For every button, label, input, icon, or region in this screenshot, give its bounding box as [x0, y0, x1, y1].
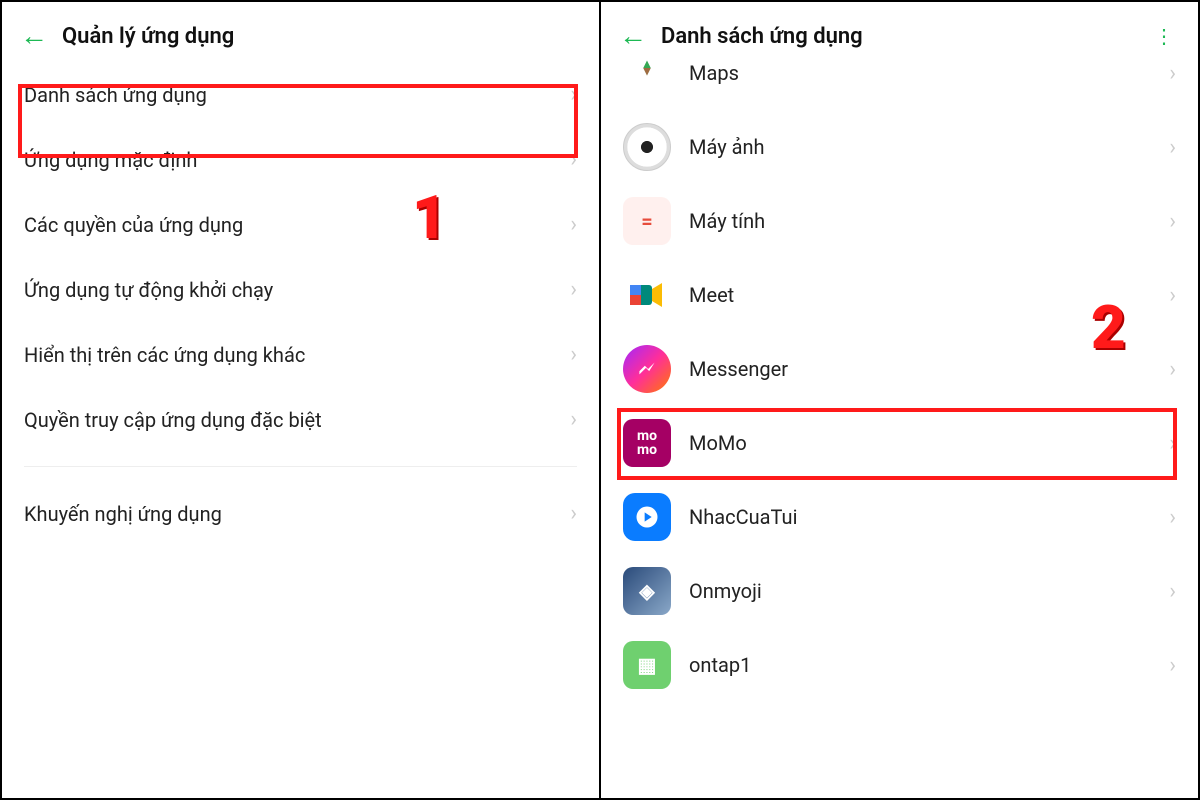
onmyoji-icon: ◈: [623, 567, 671, 615]
chevron-right-icon: ›: [1169, 505, 1176, 530]
chevron-right-icon: ›: [570, 212, 577, 237]
right-title: Danh sách ứng dụng: [661, 24, 863, 49]
chevron-right-icon: ›: [570, 147, 577, 172]
divider: [24, 466, 577, 467]
calculator-icon: =: [623, 197, 671, 245]
menu-item-default-apps[interactable]: Ứng dụng mặc định ›: [2, 127, 599, 192]
chevron-right-icon: ›: [1169, 283, 1176, 308]
menu-label: Danh sách ứng dụng: [24, 83, 207, 107]
menu-item-special-access[interactable]: Quyền truy cập ứng dụng đặc biệt ›: [2, 387, 599, 452]
chevron-right-icon: ›: [570, 407, 577, 432]
chevron-right-icon: ›: [1169, 431, 1176, 456]
app-row-ontap[interactable]: ▦ ontap1 ›: [601, 628, 1198, 702]
nhaccuatui-icon: [623, 493, 671, 541]
meet-icon: [623, 271, 671, 319]
menu-item-autostart[interactable]: Ứng dụng tự động khởi chạy ›: [2, 257, 599, 322]
app-row-camera[interactable]: Máy ảnh ›: [601, 110, 1198, 184]
ontap-icon: ▦: [623, 641, 671, 689]
chevron-right-icon: ›: [1169, 653, 1176, 678]
right-pane: ← Danh sách ứng dụng ⋮ Maps › Máy ảnh › …: [599, 2, 1198, 798]
chevron-right-icon: ›: [570, 501, 577, 526]
app-label: ontap1: [689, 653, 751, 677]
chevron-right-icon: ›: [1169, 61, 1176, 86]
menu-label: Quyền truy cập ứng dụng đặc biệt: [24, 408, 322, 432]
menu-item-display-over[interactable]: Hiển thị trên các ứng dụng khác ›: [2, 322, 599, 387]
momo-icon: momo: [623, 419, 671, 467]
chevron-right-icon: ›: [570, 277, 577, 302]
left-pane: ← Quản lý ứng dụng Danh sách ứng dụng › …: [2, 2, 599, 798]
left-header: ← Quản lý ứng dụng: [2, 2, 599, 62]
app-label: Maps: [689, 61, 739, 85]
app-label: Máy tính: [689, 209, 765, 233]
chevron-right-icon: ›: [1169, 209, 1176, 234]
back-icon[interactable]: ←: [20, 22, 48, 50]
menu-item-app-permissions[interactable]: Các quyền của ứng dụng ›: [2, 192, 599, 257]
app-row-meet[interactable]: Meet ›: [601, 258, 1198, 332]
back-icon[interactable]: ←: [619, 22, 647, 50]
app-label: Onmyoji: [689, 579, 762, 603]
app-row-calculator[interactable]: = Máy tính ›: [601, 184, 1198, 258]
app-label: NhacCuaTui: [689, 505, 797, 529]
menu-item-app-list[interactable]: Danh sách ứng dụng ›: [2, 62, 599, 127]
app-label: Messenger: [689, 357, 788, 381]
chevron-right-icon: ›: [570, 342, 577, 367]
app-row-messenger[interactable]: Messenger ›: [601, 332, 1198, 406]
menu-label: Ứng dụng tự động khởi chạy: [24, 278, 273, 302]
app-label: MoMo: [689, 431, 747, 455]
app-row-nhaccuatui[interactable]: NhacCuaTui ›: [601, 480, 1198, 554]
maps-icon: [623, 49, 671, 97]
messenger-icon: [623, 345, 671, 393]
chevron-right-icon: ›: [1169, 579, 1176, 604]
app-label: Meet: [689, 283, 734, 307]
menu-label: Ứng dụng mặc định: [24, 148, 197, 172]
more-icon[interactable]: ⋮: [1154, 24, 1180, 48]
menu-label: Các quyền của ứng dụng: [24, 213, 243, 237]
chevron-right-icon: ›: [1169, 357, 1176, 382]
menu-label: Hiển thị trên các ứng dụng khác: [24, 343, 305, 367]
chevron-right-icon: ›: [570, 82, 577, 107]
menu-label: Khuyến nghị ứng dụng: [24, 502, 222, 526]
menu-item-recommend[interactable]: Khuyến nghị ứng dụng ›: [2, 481, 599, 546]
camera-icon: [623, 123, 671, 171]
app-label: Máy ảnh: [689, 135, 765, 159]
app-row-onmyoji[interactable]: ◈ Onmyoji ›: [601, 554, 1198, 628]
app-row-momo[interactable]: momo MoMo ›: [601, 406, 1198, 480]
chevron-right-icon: ›: [1169, 135, 1176, 160]
left-title: Quản lý ứng dụng: [62, 24, 234, 49]
tutorial-container: ← Quản lý ứng dụng Danh sách ứng dụng › …: [0, 0, 1200, 800]
